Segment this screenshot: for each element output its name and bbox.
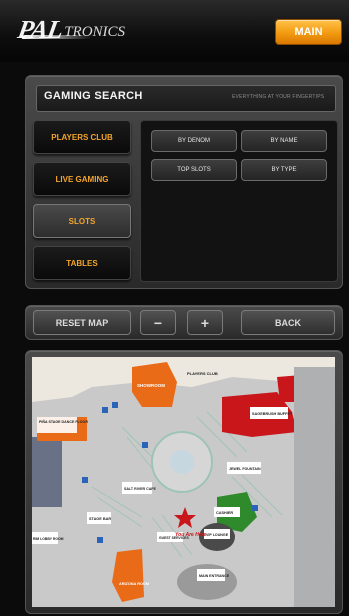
outdoor-hatched-area bbox=[32, 437, 62, 507]
search-title: GAMING SEARCH bbox=[44, 90, 143, 102]
label-cashier: CASHIER bbox=[216, 511, 233, 515]
category-tables-button[interactable]: TABLES bbox=[33, 246, 131, 280]
label-jewel-fountain: JEWEL FOUNTAIN bbox=[229, 467, 261, 471]
label-sagebrush-buffet: SAGEBRUSH BUFFET bbox=[252, 412, 293, 416]
zoom-in-button[interactable]: + bbox=[187, 310, 223, 335]
paltronics-logo: PAL TRONICS bbox=[15, 15, 125, 44]
label-vip-lounge: VIP LOUNGE bbox=[206, 533, 229, 537]
label-stage-bar: STAGE BAR bbox=[89, 517, 111, 521]
category-live-gaming-button[interactable]: LIVE GAMING bbox=[33, 162, 131, 196]
by-type-button[interactable]: BY TYPE bbox=[241, 159, 327, 181]
back-button[interactable]: BACK bbox=[241, 310, 335, 335]
label-you-are-here: You Are Here bbox=[175, 532, 207, 538]
floor-map-svg: SHOWROOM PLAYERS CLUB PIÑA STAGE DANCE F… bbox=[32, 357, 335, 607]
by-name-button[interactable]: BY NAME bbox=[241, 130, 327, 152]
category-slots-button[interactable]: SLOTS bbox=[33, 204, 131, 238]
back-of-house bbox=[294, 367, 335, 607]
label-showroom: SHOWROOM bbox=[137, 383, 165, 388]
casino-floor-map[interactable]: SHOWROOM PLAYERS CLUB PIÑA STAGE DANCE F… bbox=[32, 357, 335, 607]
label-arizona-room: ARIZONA ROOM bbox=[119, 582, 149, 586]
reset-map-button[interactable]: RESET MAP bbox=[33, 310, 131, 335]
top-slots-button[interactable]: TOP SLOTS bbox=[151, 159, 237, 181]
label-players-club: PLAYERS CLUB bbox=[187, 371, 218, 376]
search-tagline: EVERYTHING AT YOUR FINGERTIPS bbox=[232, 94, 325, 100]
zoom-out-button[interactable]: − bbox=[140, 310, 176, 335]
label-salt-river-cafe: SALT RIVER CAFE bbox=[124, 487, 156, 491]
logo-main-text: PAL bbox=[15, 15, 65, 44]
label-pina-stage: PIÑA STAGE DANCE FLOOR bbox=[39, 419, 88, 424]
label-main-entrance: MAIN ENTRANCE bbox=[199, 574, 230, 578]
label-rim-lobby: RIM LOBBY ROOM bbox=[33, 537, 64, 541]
logo-swoosh bbox=[20, 35, 94, 39]
main-button[interactable]: MAIN bbox=[275, 19, 342, 45]
category-players-club-button[interactable]: PLAYERS CLUB bbox=[33, 120, 131, 154]
by-denom-button[interactable]: BY DENOM bbox=[151, 130, 237, 152]
center-feature bbox=[170, 450, 194, 474]
